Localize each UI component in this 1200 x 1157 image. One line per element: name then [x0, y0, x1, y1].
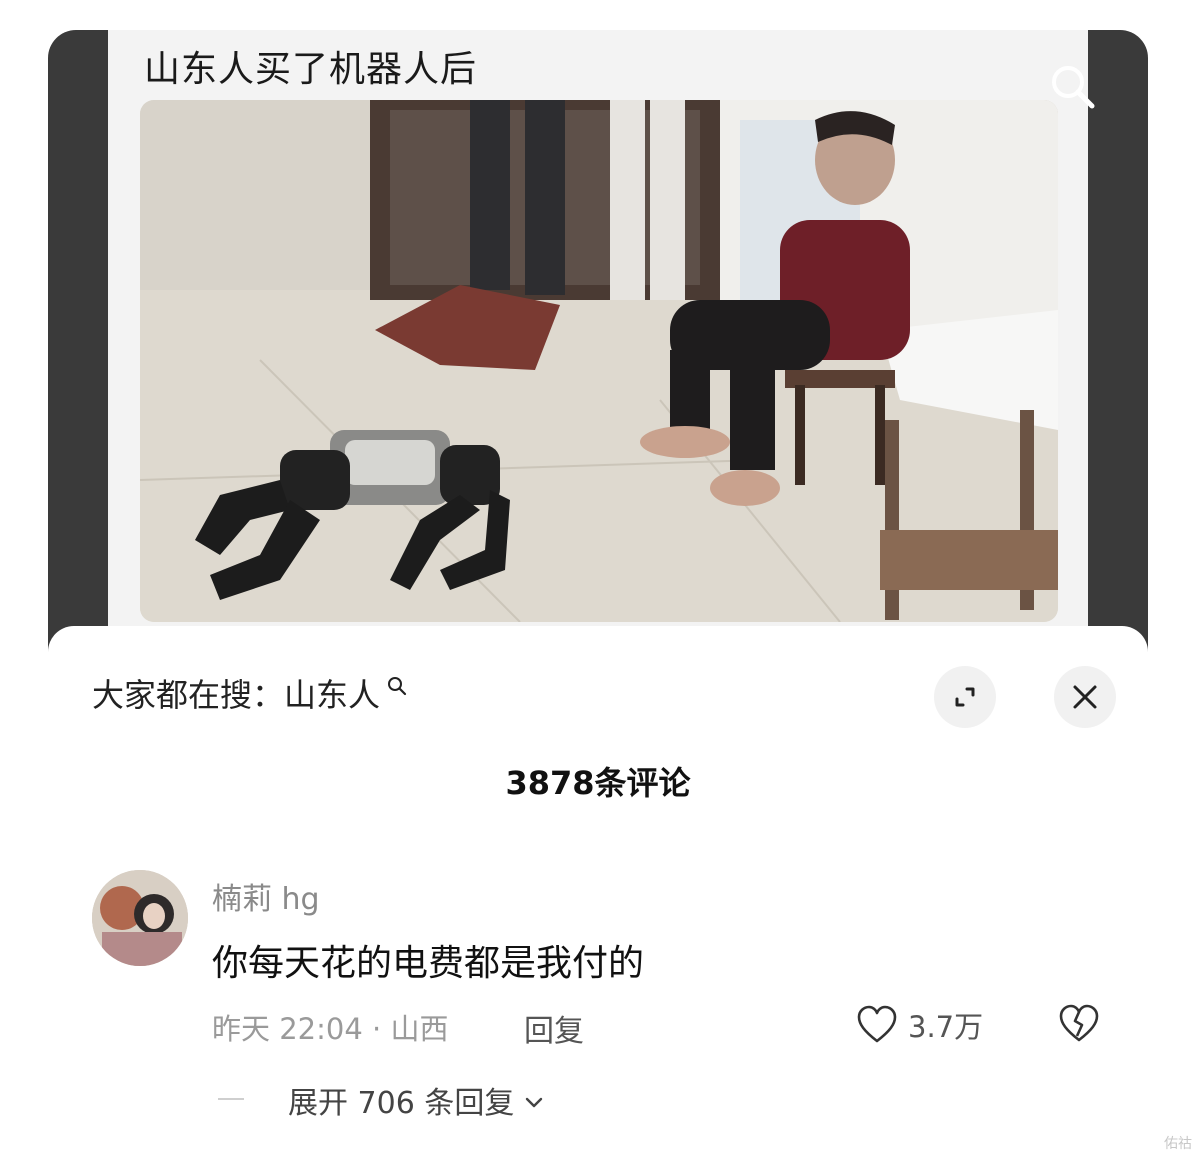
comments-sheet: 大家都在搜：山东人 3878条评论 楠莉 hg 你每天花的电费都是我付的 昨天 … — [48, 626, 1148, 1157]
comment-count: 3878条评论 — [505, 764, 691, 802]
comment-text: 你每天花的电费都是我付的 — [212, 943, 645, 984]
comment-username[interactable]: 楠莉 hg — [212, 874, 320, 918]
reply-button[interactable]: 回复 — [524, 1006, 584, 1050]
close-button[interactable] — [1054, 666, 1116, 728]
trending-search-link[interactable]: 大家都在搜：山东人 — [92, 670, 408, 716]
expand-replies-label: 展开 706 条回复 — [288, 1086, 515, 1121]
dislike-button[interactable] — [1058, 1004, 1100, 1048]
video-player[interactable]: 山东人买了机器人后 — [48, 30, 1148, 670]
broken-heart-icon — [1059, 1004, 1099, 1042]
like-count: 3.7万 — [908, 1010, 984, 1044]
expand-button[interactable] — [934, 666, 996, 728]
close-icon — [1073, 685, 1097, 709]
like-button[interactable]: 3.7万 — [856, 1004, 983, 1046]
search-icon[interactable] — [1048, 62, 1098, 112]
divider — [218, 1098, 244, 1100]
trending-search-text: 大家都在搜：山东人 — [92, 676, 381, 714]
expand-icon — [955, 687, 975, 707]
avatar[interactable] — [92, 870, 188, 966]
watermark: 佑祜 — [1164, 1136, 1192, 1152]
video-frame-image — [140, 100, 1058, 622]
expand-replies-button[interactable]: 展开 706 条回复 — [288, 1078, 544, 1122]
heart-icon — [857, 1005, 897, 1043]
chevron-down-icon — [524, 1083, 544, 1118]
video-title: 山东人买了机器人后 — [144, 49, 478, 90]
comment-meta: 昨天 22:04 · 山西 — [212, 1012, 449, 1046]
search-icon — [386, 667, 408, 705]
